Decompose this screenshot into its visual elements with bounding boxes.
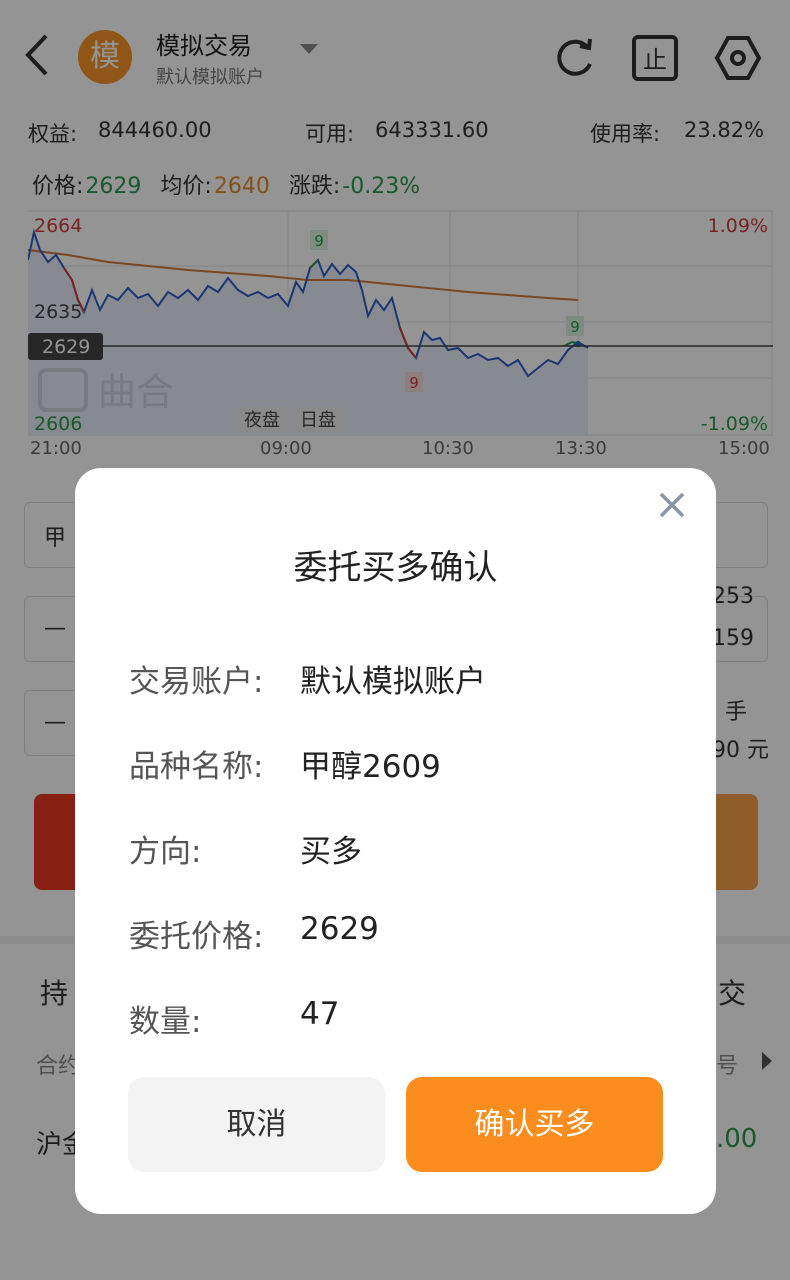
close-icon: [659, 492, 685, 518]
row-value: 47: [300, 996, 340, 1032]
cancel-button[interactable]: 取消: [128, 1077, 385, 1172]
row-key: 数量:: [129, 1004, 202, 1040]
close-button[interactable]: [652, 486, 692, 526]
row-value: 甲醇2609: [300, 749, 441, 785]
confirm-buy-long-button[interactable]: 确认买多: [406, 1077, 663, 1172]
row-value: 2629: [300, 911, 379, 947]
row-value: 买多: [300, 834, 362, 870]
row-key: 委托价格:: [129, 919, 264, 955]
dialog-title: 委托买多确认: [293, 548, 498, 588]
row-key: 品种名称:: [129, 749, 264, 785]
row-key: 方向:: [129, 834, 202, 870]
order-confirm-dialog: 委托买多确认 交易账户: 默认模拟账户 品种名称: 甲醇2609 方向: 买多 …: [75, 468, 716, 1214]
row-value: 默认模拟账户: [300, 664, 486, 700]
row-key: 交易账户:: [129, 664, 264, 700]
